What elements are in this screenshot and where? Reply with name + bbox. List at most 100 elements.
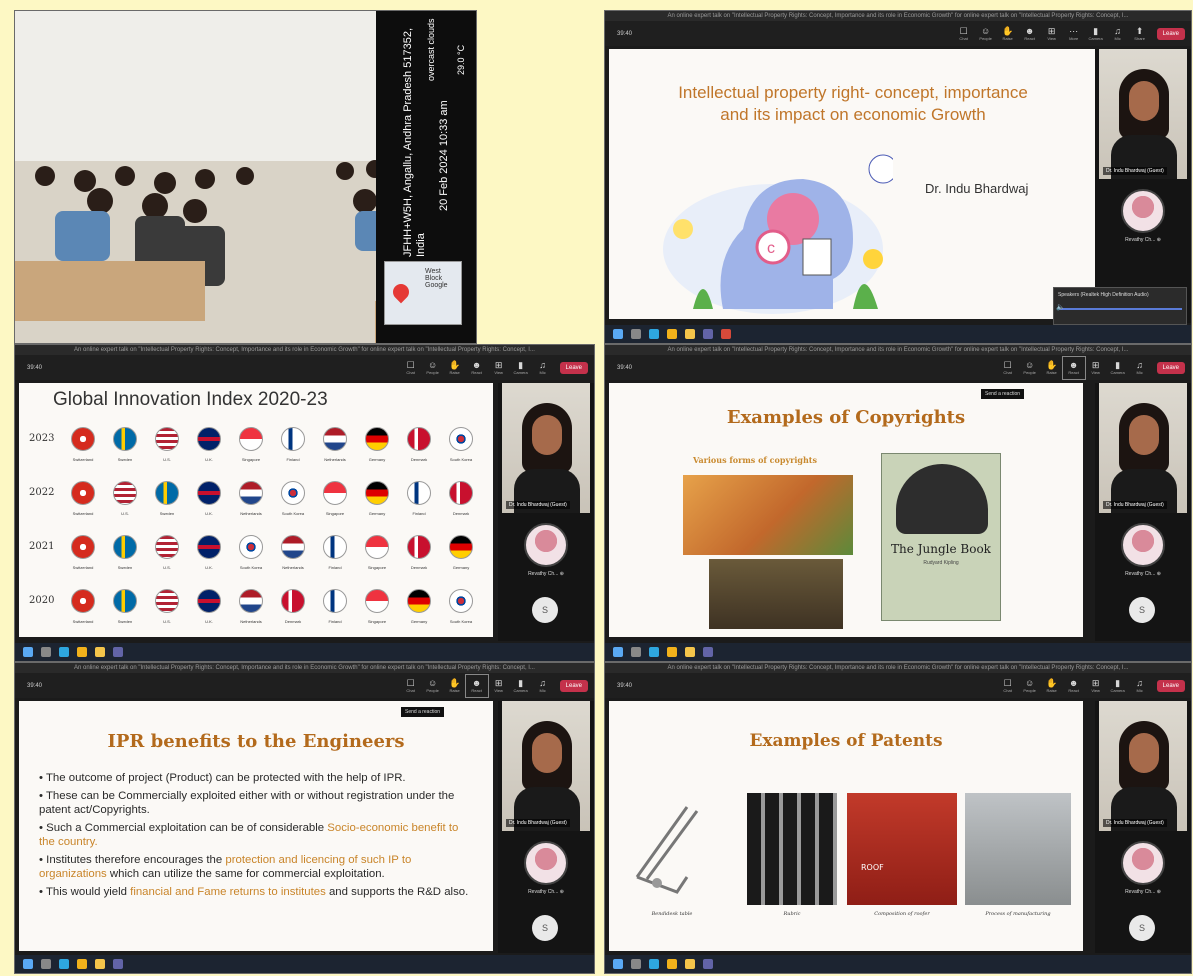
volume-slider[interactable]: 🔈 <box>1056 304 1182 311</box>
raise-hand-button[interactable]: ✋ Raise <box>1041 675 1063 697</box>
presenter-video[interactable]: Dr. Indu Bhardwaj (Guest) <box>1099 49 1187 179</box>
teams-icon[interactable] <box>703 329 713 339</box>
folder-icon[interactable] <box>95 647 105 657</box>
attendee-avatar[interactable] <box>1121 841 1165 885</box>
start-icon[interactable] <box>613 959 623 969</box>
presenter-video[interactable]: Dr. Indu Bhardwaj (Guest) <box>502 383 590 513</box>
more-button[interactable]: ⋯ More <box>1063 23 1085 45</box>
chat-button[interactable]: ☐ Chat <box>400 675 422 697</box>
react-button[interactable]: ☻ React <box>1019 23 1041 45</box>
search-icon[interactable] <box>631 959 641 969</box>
chat-button[interactable]: ☐ Chat <box>997 675 1019 697</box>
flag-icon <box>239 535 263 559</box>
view-button[interactable]: ⊞ View <box>1041 23 1063 45</box>
people-button[interactable]: ☺ People <box>422 675 444 697</box>
chrome-icon[interactable] <box>667 959 677 969</box>
view-button[interactable]: ⊞ View <box>1085 357 1107 379</box>
leave-button[interactable]: Leave <box>1156 679 1185 692</box>
leave-button[interactable]: Leave <box>1156 27 1185 40</box>
presenter-video[interactable]: Dr. Indu Bhardwaj (Guest) <box>1099 383 1187 513</box>
raise-hand-button[interactable]: ✋ Raise <box>444 357 466 379</box>
attendee-initial[interactable]: S <box>1129 915 1155 941</box>
search-icon[interactable] <box>41 647 51 657</box>
view-button[interactable]: ⊞ View <box>488 675 510 697</box>
mic-button[interactable]: ♫ Mic <box>1129 357 1151 379</box>
edge-icon[interactable] <box>59 959 69 969</box>
flag-icon <box>281 481 305 505</box>
leave-button[interactable]: Leave <box>559 361 588 374</box>
attendee-avatar[interactable] <box>524 523 568 567</box>
chat-button[interactable]: ☐ Chat <box>953 23 975 45</box>
caption-rubric: Rubric <box>783 911 801 917</box>
folder-icon[interactable] <box>685 647 695 657</box>
chat-button[interactable]: ☐ Chat <box>997 357 1019 379</box>
raise-hand-button[interactable]: ✋ Raise <box>444 675 466 697</box>
rubric-photo <box>747 793 837 905</box>
raise-hand-button[interactable]: ✋ Raise <box>997 23 1019 45</box>
camera-button[interactable]: ▮ Camera <box>1107 675 1129 697</box>
gii-flag-cell: South Korea <box>231 535 271 570</box>
presenter-video[interactable]: Dr. Indu Bhardwaj (Guest) <box>502 701 590 831</box>
start-icon[interactable] <box>23 647 33 657</box>
presenter-video[interactable]: Dr. Indu Bhardwaj (Guest) <box>1099 701 1187 831</box>
teams-icon[interactable] <box>113 647 123 657</box>
view-button[interactable]: ⊞ View <box>1085 675 1107 697</box>
attendee-avatar[interactable] <box>1121 189 1165 233</box>
mic-button[interactable]: ♫ Mic <box>1129 675 1151 697</box>
mic-button[interactable]: ♫ Mic <box>532 357 554 379</box>
chrome-icon[interactable] <box>77 647 87 657</box>
attendee-avatar[interactable] <box>524 841 568 885</box>
share-button[interactable]: ⬆ Share <box>1129 23 1151 45</box>
camera-button[interactable]: ▮ Camera <box>510 357 532 379</box>
attendee-initial[interactable]: S <box>532 597 558 623</box>
leave-button[interactable]: Leave <box>1156 361 1185 374</box>
chrome-icon[interactable] <box>667 329 677 339</box>
attendee-initial[interactable]: S <box>1129 597 1155 623</box>
gii-flag-cell: Singapore <box>357 589 397 624</box>
chrome-icon[interactable] <box>77 959 87 969</box>
people-button[interactable]: ☺ People <box>1019 675 1041 697</box>
react-button[interactable]: ☻ React <box>1061 355 1086 380</box>
map-brand-text: West Block Google <box>425 268 448 289</box>
folder-icon[interactable] <box>95 959 105 969</box>
teams-icon[interactable] <box>113 959 123 969</box>
camera-button[interactable]: ▮ Camera <box>1085 23 1107 45</box>
camera-button[interactable]: ▮ Camera <box>510 675 532 697</box>
react-button[interactable]: ☻ React <box>1063 675 1085 697</box>
country-label: Finland <box>328 619 342 624</box>
mic-button[interactable]: ♫ Mic <box>532 675 554 697</box>
edge-icon[interactable] <box>649 329 659 339</box>
search-icon[interactable] <box>631 329 641 339</box>
country-label: Singapore <box>325 511 345 516</box>
start-icon[interactable] <box>613 647 623 657</box>
leave-button[interactable]: Leave <box>559 679 588 692</box>
teams-icon[interactable] <box>703 647 713 657</box>
folder-icon[interactable] <box>685 329 695 339</box>
edge-icon[interactable] <box>649 959 659 969</box>
folder-icon[interactable] <box>685 959 695 969</box>
attendee-avatar[interactable] <box>1121 523 1165 567</box>
people-button[interactable]: ☺ People <box>1019 357 1041 379</box>
camera-button[interactable]: ▮ Camera <box>1107 357 1129 379</box>
teams-icon[interactable] <box>703 959 713 969</box>
reaction-tooltip: Send a reaction <box>401 707 445 717</box>
react-button[interactable]: ☻ React <box>466 357 488 379</box>
search-icon[interactable] <box>41 959 51 969</box>
people-button[interactable]: ☺ People <box>975 23 997 45</box>
chrome-icon[interactable] <box>667 647 677 657</box>
people-button[interactable]: ☺ People <box>422 357 444 379</box>
chat-button[interactable]: ☐ Chat <box>400 357 422 379</box>
gii-year-label: 2023 <box>29 433 55 444</box>
view-button[interactable]: ⊞ View <box>488 357 510 379</box>
flag-icon <box>407 589 431 613</box>
attendee-initial[interactable]: S <box>532 915 558 941</box>
search-icon[interactable] <box>631 647 641 657</box>
react-button[interactable]: ☻ React <box>464 673 489 698</box>
mic-button[interactable]: ♫ Mic <box>1107 23 1129 45</box>
app-icon[interactable] <box>721 329 731 339</box>
edge-icon[interactable] <box>649 647 659 657</box>
start-icon[interactable] <box>613 329 623 339</box>
edge-icon[interactable] <box>59 647 69 657</box>
start-icon[interactable] <box>23 959 33 969</box>
raise-hand-button[interactable]: ✋ Raise <box>1041 357 1063 379</box>
